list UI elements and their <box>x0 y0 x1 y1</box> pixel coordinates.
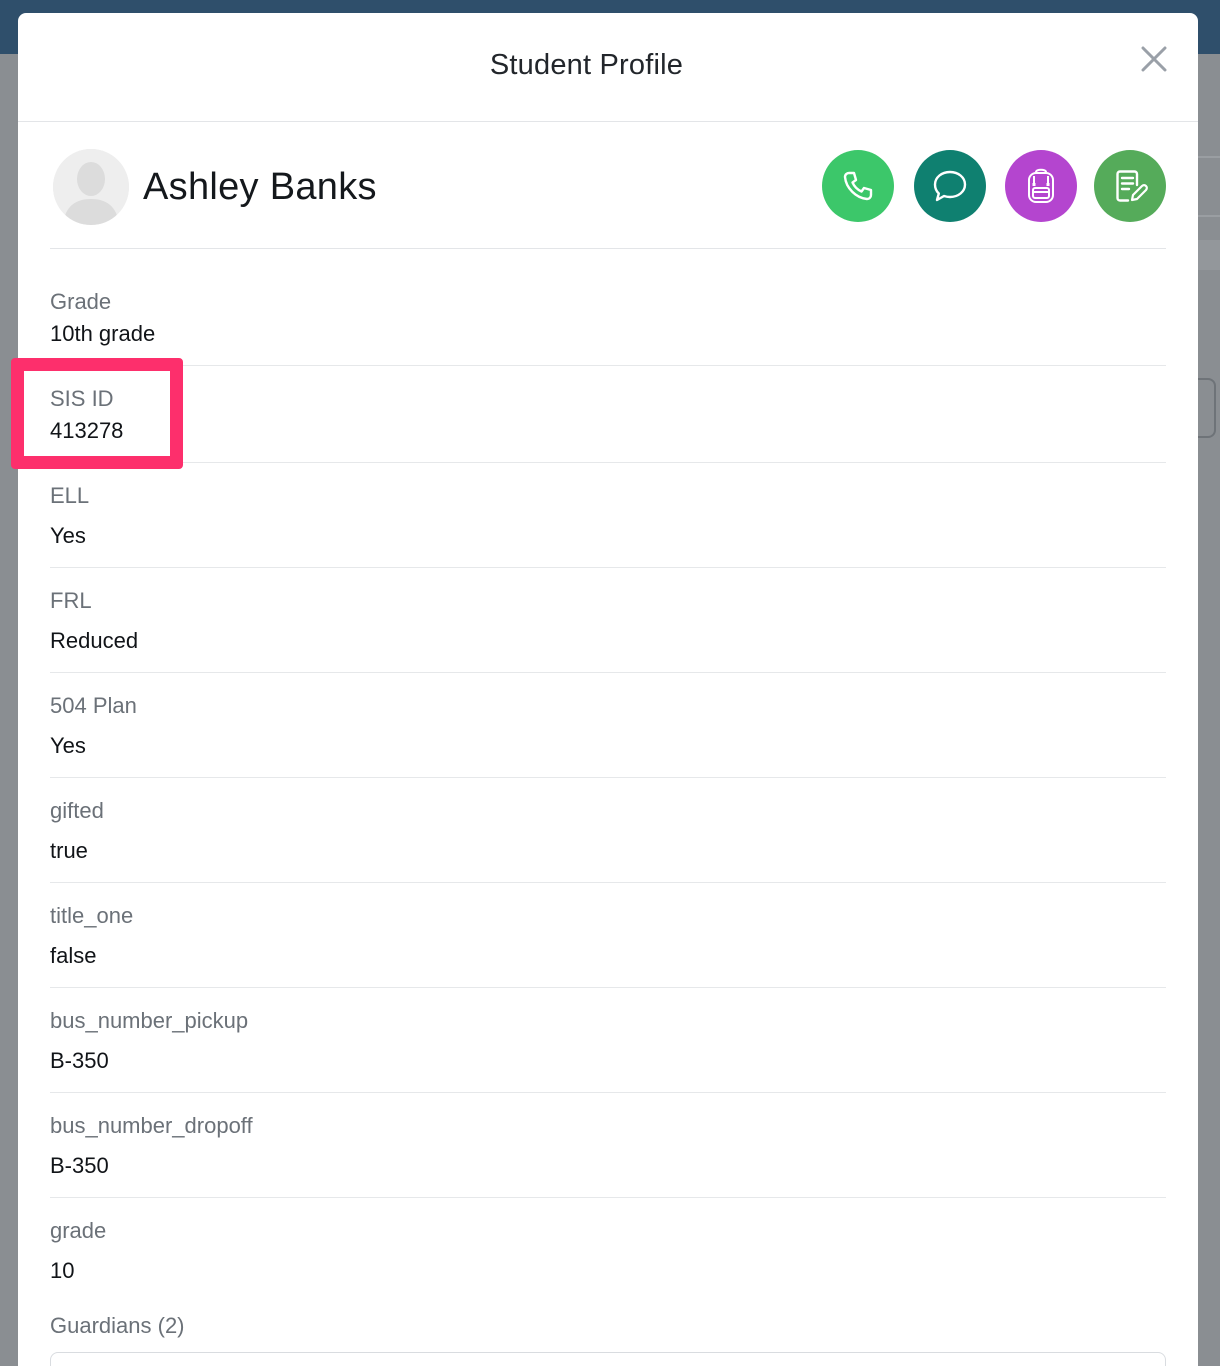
field-label: bus_number_pickup <box>50 1008 249 1033</box>
field-frl: FRL Reduced <box>50 568 1166 673</box>
modal-title: Student Profile <box>489 49 684 81</box>
student-header: Ashley Banks <box>50 141 1166 249</box>
close-icon <box>1141 46 1167 72</box>
field-grade-number: grade 10 <box>50 1198 1166 1298</box>
field-label: bus_number_dropoff <box>50 1113 253 1138</box>
field-value: Yes <box>50 523 86 548</box>
notes-button[interactable] <box>1094 150 1166 222</box>
field-value: 10th grade <box>50 321 156 346</box>
field-gifted: gifted true <box>50 778 1166 883</box>
field-sis-id: SIS ID 413278 <box>50 366 1166 463</box>
backpack-icon <box>1028 168 1054 203</box>
field-value: B-350 <box>50 1048 109 1073</box>
background-divider <box>1198 215 1220 217</box>
background-row <box>1198 240 1220 270</box>
field-label: grade <box>50 1218 107 1243</box>
student-name: Ashley Banks <box>143 166 377 208</box>
field-label: ELL <box>50 483 90 508</box>
field-bus-number-pickup: bus_number_pickup B-350 <box>50 988 1166 1093</box>
field-504-plan: 504 Plan Yes <box>50 673 1166 778</box>
field-bus-number-dropoff: bus_number_dropoff B-350 <box>50 1093 1166 1198</box>
field-value: Yes <box>50 733 86 758</box>
field-value: true <box>50 838 88 863</box>
field-value: 413278 <box>50 418 124 443</box>
field-label: SIS ID <box>50 386 114 411</box>
field-label: title_one <box>50 903 134 928</box>
phone-icon <box>843 171 873 201</box>
field-value: Reduced <box>50 628 139 653</box>
avatar <box>53 149 129 225</box>
chat-bubble-icon <box>933 170 967 202</box>
field-label: Grade <box>50 289 112 314</box>
message-button[interactable] <box>914 150 986 222</box>
field-ell: ELL Yes <box>50 463 1166 568</box>
field-label: gifted <box>50 798 104 823</box>
person-silhouette-icon <box>53 149 129 225</box>
backpack-button[interactable] <box>1005 150 1077 222</box>
guardian-card[interactable] <box>50 1352 1166 1366</box>
modal-header: Student Profile <box>18 13 1198 122</box>
student-profile-modal: Student Profile Ashley Banks Grade 10th … <box>18 13 1198 1366</box>
field-title-one: title_one false <box>50 883 1166 988</box>
field-value: false <box>50 943 97 968</box>
close-button[interactable] <box>1138 43 1170 75</box>
guardians-heading: Guardians (2) <box>50 1313 185 1338</box>
field-grade: Grade 10th grade <box>50 283 1166 366</box>
field-value: 10 <box>50 1258 75 1283</box>
notepad-pencil-icon <box>1116 170 1148 202</box>
background-card <box>1196 378 1216 438</box>
field-label: 504 Plan <box>50 693 137 718</box>
call-button[interactable] <box>822 150 894 222</box>
field-label: FRL <box>50 588 92 613</box>
field-value: B-350 <box>50 1153 109 1178</box>
background-divider <box>1198 156 1220 158</box>
